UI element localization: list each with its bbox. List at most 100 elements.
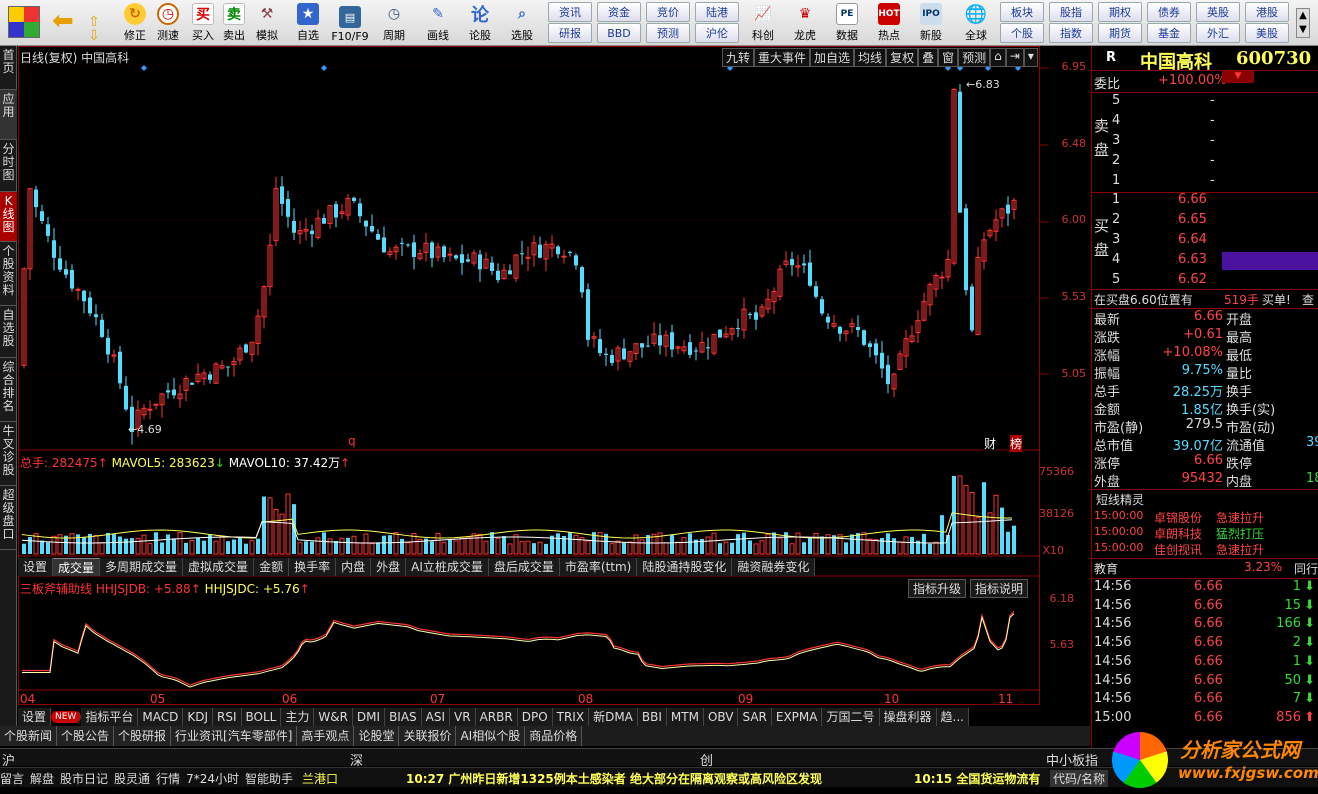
sell-level-row[interactable]: 2- xyxy=(1092,153,1318,171)
toolbar-forex-button[interactable]: 外汇 xyxy=(1196,23,1240,43)
tick-row[interactable]: 14:56 6.66 2 ⬇ xyxy=(1092,635,1318,653)
overlay-button[interactable]: 叠 xyxy=(918,48,939,67)
status-item[interactable]: 智能助手 xyxy=(245,770,293,787)
toolbar-research-button[interactable]: 研报 xyxy=(548,23,592,43)
news-tab[interactable]: 个股公告 xyxy=(57,726,115,746)
status-item[interactable]: 解盘 xyxy=(30,770,54,787)
quote-row[interactable]: 总市值 39.07亿流通值 39 xyxy=(1092,435,1318,454)
buy-button[interactable]: 买买入 xyxy=(190,1,216,45)
toolbar-uk-stocks-button[interactable]: 英股 xyxy=(1196,2,1240,22)
sell-button[interactable]: 卖卖出 xyxy=(221,1,247,45)
toolbar-index-futures-button[interactable]: 股指 xyxy=(1049,2,1093,22)
tab-kline[interactable]: K线图 xyxy=(0,192,17,242)
quote-row[interactable]: 振幅 9.75% 量比 xyxy=(1092,363,1318,382)
news-tab[interactable]: 商品价格 xyxy=(525,726,583,746)
fix-button[interactable]: ↻ 修正 xyxy=(120,1,150,45)
toolbar-auction-button[interactable]: 竞价 xyxy=(646,2,690,22)
buy-level-row[interactable]: 2 6.65 xyxy=(1092,212,1318,230)
buy-level-row[interactable]: 1 6.66 xyxy=(1092,192,1318,210)
news-ticker-1[interactable]: 10:27 广州昨日新增1325例本土感染者 绝大部分在隔离观察或高风险区发现 xyxy=(406,770,822,787)
status-item[interactable]: 7*24小时 xyxy=(186,770,239,787)
tick-row[interactable]: 14:56 6.66 50 ⬇ xyxy=(1092,673,1318,691)
indicator-tab[interactable]: ASI xyxy=(421,708,451,726)
quote-row[interactable]: 市盈(静) 279.5 市盈(动) xyxy=(1092,417,1318,436)
tab-watchlist[interactable]: 自选股 xyxy=(0,306,17,358)
tick-row[interactable]: 14:56 6.66 1 ⬇ xyxy=(1092,654,1318,672)
short-elf-title[interactable]: 短线精灵 xyxy=(1092,491,1318,509)
indicator-tab[interactable]: BIAS xyxy=(385,708,422,726)
indicator-tab[interactable]: RSI xyxy=(213,708,242,726)
tick-row[interactable]: 14:56 6.66 1 ⬇ xyxy=(1092,579,1318,597)
news-tab[interactable]: 高手观点 xyxy=(297,726,355,746)
news-tab[interactable]: 论股堂 xyxy=(354,726,400,746)
news-tab[interactable]: 关联报价 xyxy=(399,726,457,746)
period-button[interactable]: ◷ 周期 xyxy=(376,1,412,45)
finance-badge[interactable]: 财 xyxy=(984,435,997,452)
toolbar-fund-button[interactable]: 资金 xyxy=(597,2,641,22)
indicator-tab[interactable]: 万国二号 xyxy=(822,708,880,726)
up-down-arrows-icon[interactable]: ⇧ ⇩ xyxy=(88,1,100,45)
tab-stock-profile[interactable]: 个股资料 xyxy=(0,242,17,306)
volume-tab[interactable]: 融资融券变化 xyxy=(732,558,816,576)
volume-tab[interactable]: 金额 xyxy=(254,558,290,576)
volume-tab[interactable]: 多周期成交量 xyxy=(100,558,184,576)
status-item[interactable]: 行情 xyxy=(156,770,180,787)
indicator-tab[interactable]: BOLL xyxy=(241,708,282,726)
volume-tab[interactable]: 陆股通持股变化 xyxy=(637,558,733,576)
global-button[interactable]: 🌐 全球 xyxy=(956,1,996,45)
volume-tab[interactable]: 市盈率(ttm) xyxy=(559,558,638,576)
tick-row[interactable]: 15:00 6.66 856 ⬆ xyxy=(1092,710,1318,728)
tick-row[interactable]: 14:56 6.66 7 ⬇ xyxy=(1092,691,1318,709)
hotspot-button[interactable]: HOT 热点 xyxy=(872,1,906,45)
indicator-tab[interactable]: EXPMA xyxy=(771,708,823,726)
indicator-tab[interactable]: ARBR xyxy=(475,708,518,726)
tick-row[interactable]: 14:56 6.66 15 ⬇ xyxy=(1092,598,1318,616)
quote-row[interactable]: 涨停 6.66 跌停 xyxy=(1092,453,1318,472)
tick-row[interactable]: 14:56 6.66 166 ⬇ xyxy=(1092,616,1318,634)
sell-level-row[interactable]: 1- xyxy=(1092,173,1318,191)
ma-button[interactable]: 均线 xyxy=(854,48,887,67)
lock-icon[interactable]: ⌂ xyxy=(990,48,1006,67)
indicator-tab[interactable]: KDJ xyxy=(183,708,213,726)
sell-level-row[interactable]: 4- xyxy=(1092,113,1318,131)
indicator-tab[interactable]: BBI xyxy=(637,708,667,726)
news-ticker-2[interactable]: 10:15 全国货运物流有 xyxy=(914,770,1040,787)
watchlist-button[interactable]: ★ 自选 xyxy=(290,1,326,45)
volume-tab[interactable]: 盘后成交量 xyxy=(488,558,560,576)
chart-canvas[interactable] xyxy=(18,46,1090,706)
indicator-tab[interactable]: 主力 xyxy=(281,708,315,726)
toolbar-index-button[interactable]: 指数 xyxy=(1049,23,1093,43)
code-search-input[interactable]: 代码/名称 xyxy=(1050,770,1109,787)
volume-tab[interactable]: 内盘 xyxy=(336,558,372,576)
status-item[interactable]: 留言 xyxy=(0,770,24,787)
sell-level-row[interactable]: 5- xyxy=(1092,93,1318,111)
toolbar-scroll-icon[interactable]: ▲ ▼ xyxy=(1296,8,1310,38)
indicator-tab[interactable]: MTM xyxy=(666,708,704,726)
tab-super-depth[interactable]: 超级盘口 xyxy=(0,486,17,550)
sell-level-row[interactable]: 3- xyxy=(1092,133,1318,151)
simulate-button[interactable]: ⚒ 模拟 xyxy=(252,1,282,45)
tab-intraday[interactable]: 分时图 xyxy=(0,140,17,192)
toolbar-funds-button[interactable]: 基金 xyxy=(1147,23,1191,43)
status-item[interactable]: 股灵通 xyxy=(114,770,150,787)
indicator-tab[interactable]: 操盘利器 xyxy=(879,708,937,726)
tab-apps[interactable]: 应用 xyxy=(0,90,17,140)
status-item[interactable]: 股市日记 xyxy=(60,770,108,787)
add-watch-button[interactable]: 加自选 xyxy=(810,48,855,67)
data-button[interactable]: PE 数据 xyxy=(830,1,864,45)
indicator-tab[interactable]: MACD xyxy=(138,708,184,726)
indicator-tab[interactable]: TRIX xyxy=(552,708,590,726)
toolbar-shlon-button[interactable]: 沪伦 xyxy=(695,23,739,43)
indicator-tab[interactable]: DPO xyxy=(517,708,553,726)
indicator-tab[interactable]: 设置 xyxy=(18,708,52,726)
volume-tab[interactable]: 设置 xyxy=(18,558,54,576)
quote-row[interactable]: 外盘 95432内盘 18 xyxy=(1092,471,1318,490)
quote-row[interactable]: 涨幅 +10.08% 最低 xyxy=(1092,345,1318,364)
stockpick-button[interactable]: ⌕ 选股 xyxy=(504,1,540,45)
indicator-tab[interactable]: DMI xyxy=(352,708,386,726)
toolbar-bonds-button[interactable]: 债券 xyxy=(1147,2,1191,22)
buy-level-row[interactable]: 5 6.62 xyxy=(1092,272,1318,290)
speedtest-button[interactable]: ◷ 测速 xyxy=(153,1,183,45)
toolbar-forecast-button[interactable]: 预测 xyxy=(646,23,690,43)
toolbar-options-button[interactable]: 期权 xyxy=(1098,2,1142,22)
